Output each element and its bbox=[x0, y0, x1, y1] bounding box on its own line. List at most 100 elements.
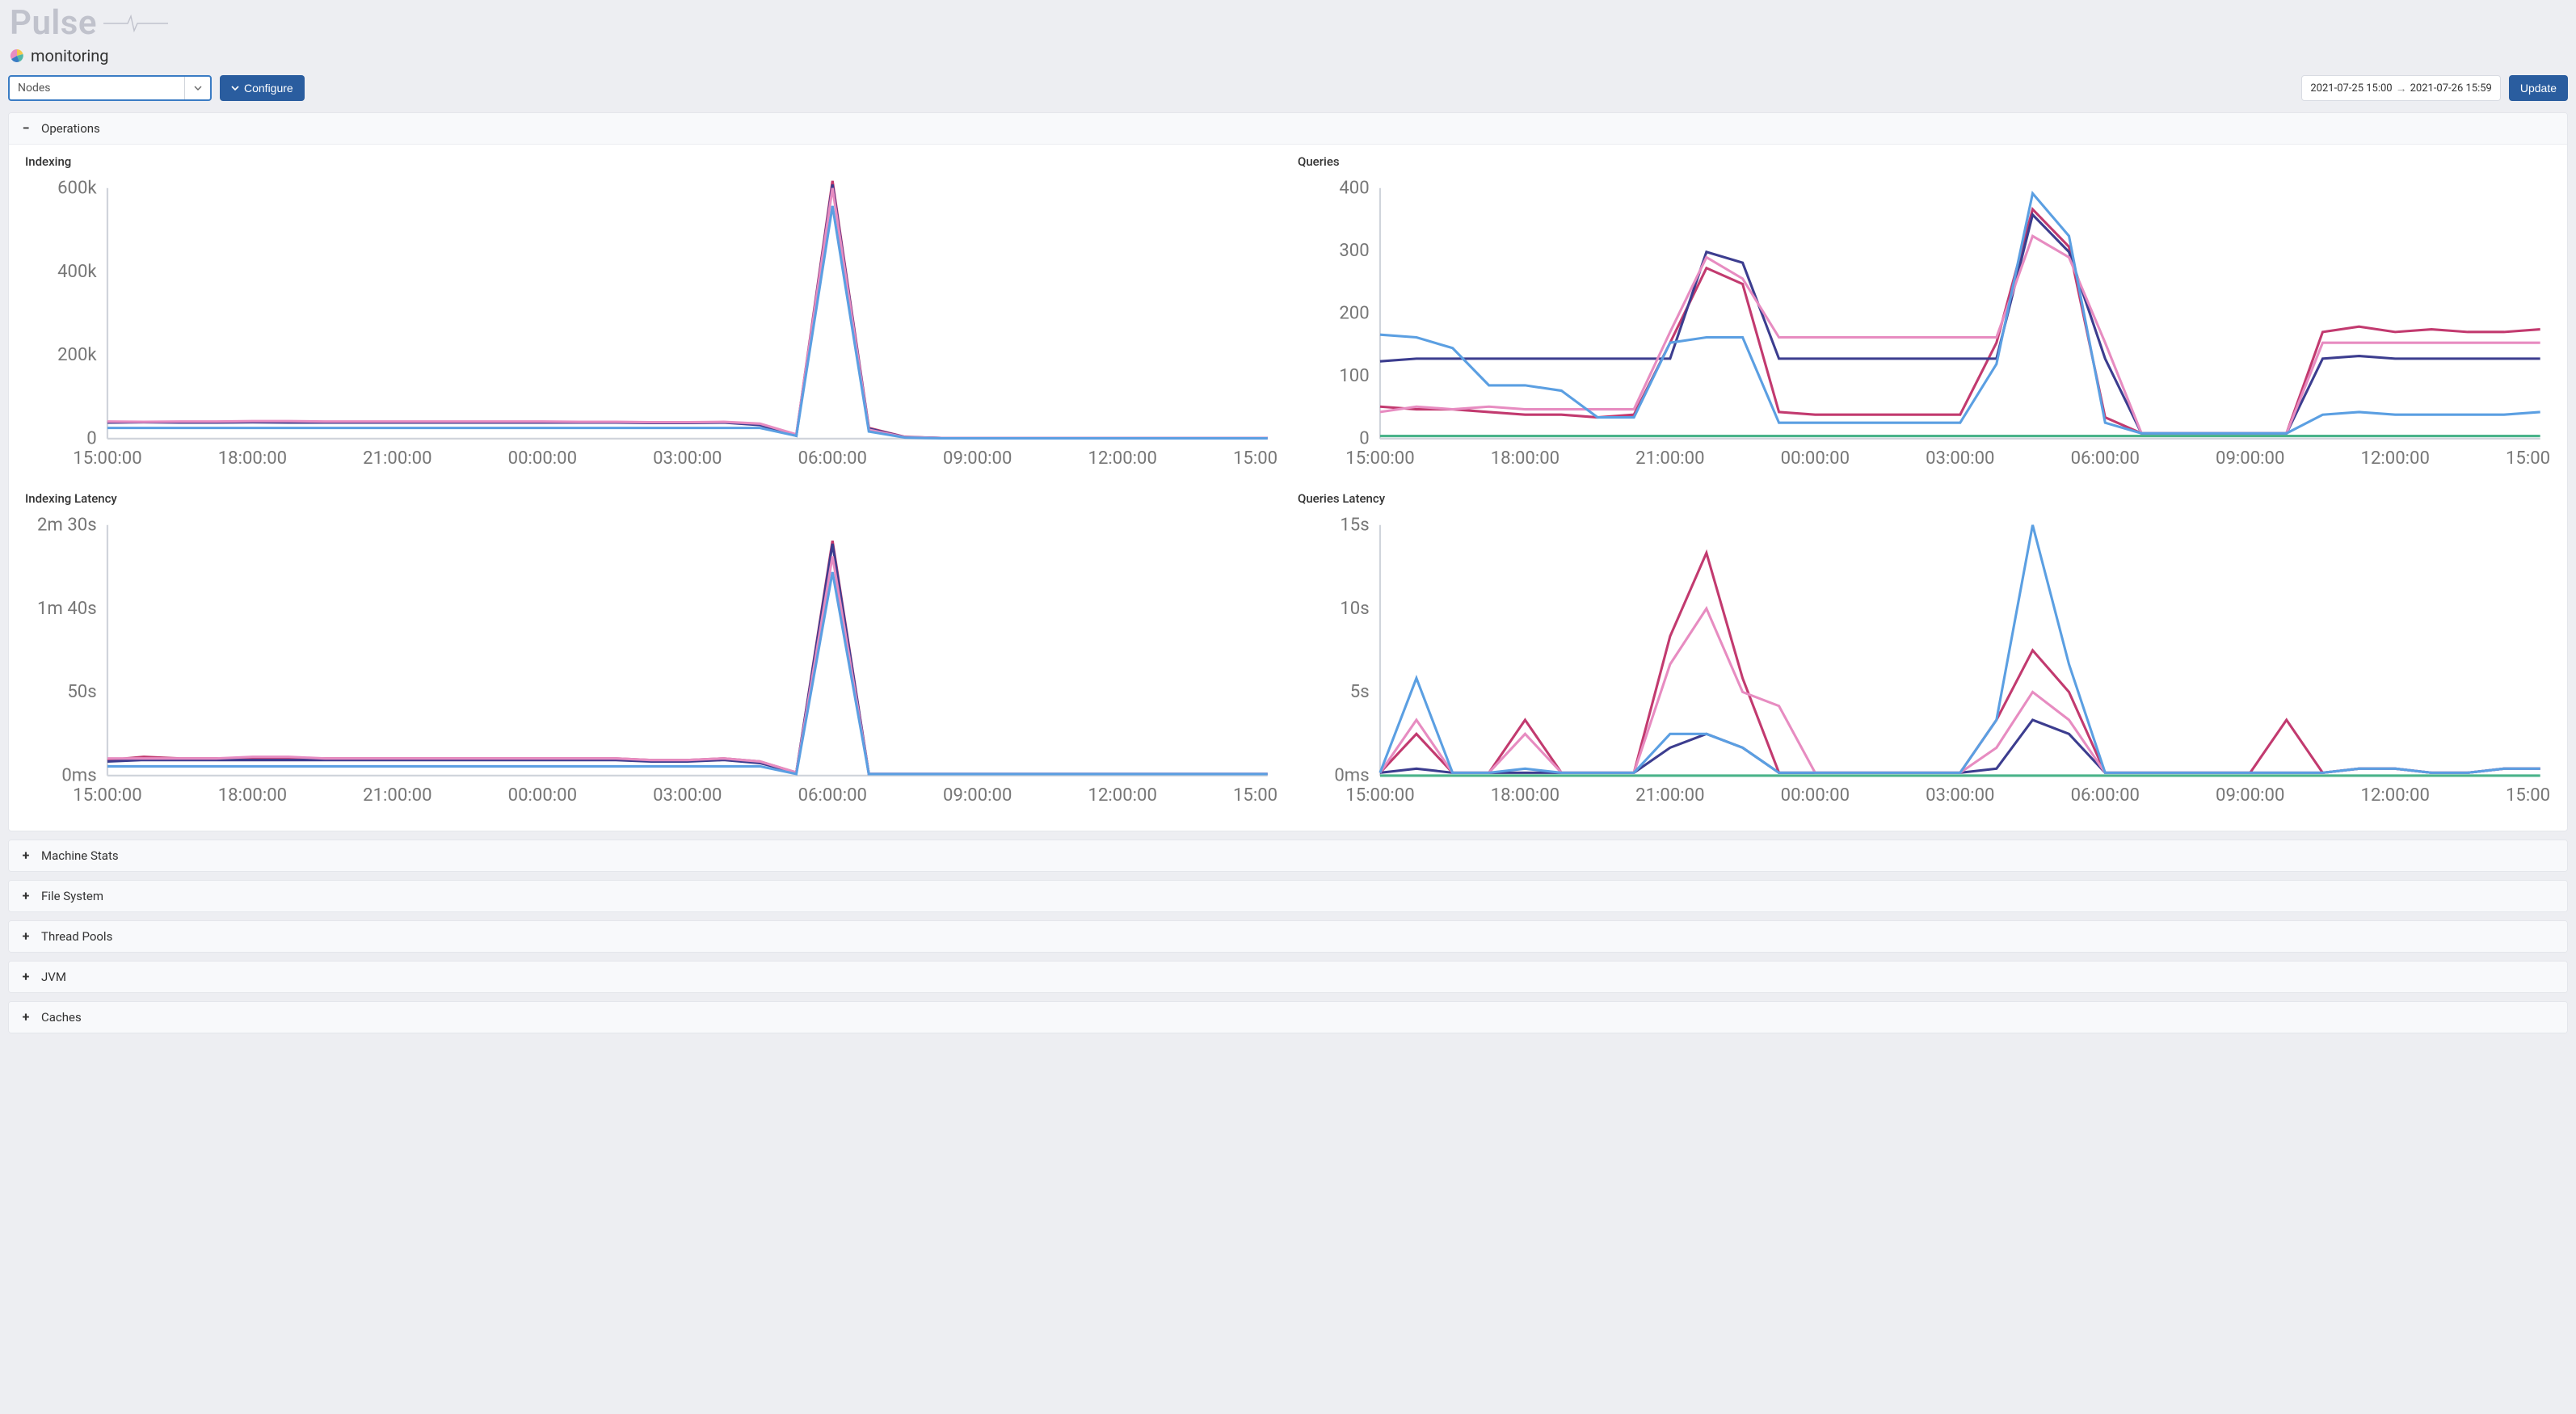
svg-text:21:00:00: 21:00:00 bbox=[1635, 785, 1704, 806]
svg-text:100: 100 bbox=[1339, 365, 1369, 386]
chart-indexing-svg: 0 200k 400k 600k 15:00:00 18:00:00 21:00:00 00:… bbox=[25, 174, 1278, 478]
update-button-label: Update bbox=[2520, 82, 2557, 95]
svg-text:600k: 600k bbox=[57, 177, 97, 198]
svg-text:06:00:00: 06:00:00 bbox=[2071, 785, 2140, 806]
toolbar: Nodes Configure 2021-07-25 15:00 → 2021-… bbox=[0, 70, 2576, 112]
svg-text:15:00:00: 15:00:00 bbox=[1233, 785, 1278, 806]
svg-text:15:00:00: 15:00:00 bbox=[2506, 448, 2551, 469]
chart-canvas[interactable]: 0 200k 400k 600k 15:00:00 18:00:00 21:00:00 00:… bbox=[25, 174, 1278, 478]
svg-text:03:00:00: 03:00:00 bbox=[653, 785, 722, 806]
svg-text:0ms: 0ms bbox=[61, 764, 96, 785]
timerange-to: 2021-07-26 15:59 bbox=[2410, 82, 2492, 95]
chart-queries_latency-svg: 0ms5s10s15s15:00:0018:00:0021:00:0000:00… bbox=[1298, 511, 2551, 815]
svg-text:300: 300 bbox=[1339, 240, 1369, 261]
svg-text:12:00:00: 12:00:00 bbox=[2361, 448, 2430, 469]
svg-text:09:00:00: 09:00:00 bbox=[943, 785, 1012, 806]
svg-text:400k: 400k bbox=[57, 261, 97, 282]
svg-text:15:00:00: 15:00:00 bbox=[2506, 785, 2551, 806]
svg-text:21:00:00: 21:00:00 bbox=[1635, 448, 1704, 469]
minus-icon: − bbox=[20, 122, 32, 135]
panel-header-file_system[interactable]: +File System bbox=[9, 881, 2567, 911]
panels-container: −Operations Indexing 0 200k 400k 600k 15:00:00… bbox=[0, 112, 2576, 1033]
chart-queries-svg: 010020030040015:00:0018:00:0021:00:0000:… bbox=[1298, 174, 2551, 478]
panel-header-operations[interactable]: −Operations bbox=[9, 113, 2567, 145]
chart-title: Queries Latency bbox=[1298, 491, 2551, 506]
cluster-name: monitoring bbox=[31, 46, 109, 65]
app-title: Pulse bbox=[10, 3, 97, 43]
panel-caches: +Caches bbox=[8, 1001, 2568, 1033]
chart-indexing: Indexing 0 200k 400k 600k 15:00:00 18:00:00 21:… bbox=[25, 154, 1278, 478]
timerange-display[interactable]: 2021-07-25 15:00 → 2021-07-26 15:59 bbox=[2301, 75, 2500, 101]
svg-text:03:00:00: 03:00:00 bbox=[1926, 448, 1994, 469]
svg-text:50s: 50s bbox=[67, 681, 96, 702]
svg-text:15:00:00: 15:00:00 bbox=[1233, 448, 1278, 469]
svg-text:5s: 5s bbox=[1350, 681, 1370, 702]
svg-text:06:00:00: 06:00:00 bbox=[798, 785, 867, 806]
svg-text:15:00:00: 15:00:00 bbox=[1345, 448, 1414, 469]
panel-title: Caches bbox=[41, 1010, 82, 1025]
chart-title: Indexing Latency bbox=[25, 491, 1278, 506]
svg-text:15:00:00: 15:00:00 bbox=[1345, 785, 1414, 806]
plus-icon: + bbox=[20, 930, 32, 943]
configure-button-label: Configure bbox=[244, 82, 293, 95]
chart-title: Indexing bbox=[25, 154, 1278, 169]
panel-header-caches[interactable]: +Caches bbox=[9, 1002, 2567, 1033]
svg-text:0: 0 bbox=[1359, 428, 1369, 449]
pulse-wave-icon bbox=[103, 11, 168, 36]
svg-text:00:00:00: 00:00:00 bbox=[1781, 785, 1850, 806]
svg-text:12:00:00: 12:00:00 bbox=[2361, 785, 2430, 806]
app-header: Pulse bbox=[0, 0, 2576, 46]
svg-text:1m 40s: 1m 40s bbox=[37, 597, 97, 618]
panel-title: Operations bbox=[41, 121, 100, 136]
chart-canvas[interactable]: 0ms50s1m 40s2m 30s15:00:0018:00:0021:00:… bbox=[25, 511, 1278, 815]
plus-icon: + bbox=[20, 890, 32, 903]
update-button[interactable]: Update bbox=[2509, 75, 2568, 101]
chart-indexing_latency: Indexing Latency 0ms 50s 1m 40s 2m 30s 15:00:… bbox=[25, 491, 1278, 815]
svg-text:2m 30s: 2m 30s bbox=[37, 514, 97, 535]
panel-header-thread_pools[interactable]: + Thread Pools bbox=[9, 921, 2567, 952]
panel-header-machine_stats[interactable]: +Machine Stats bbox=[9, 840, 2567, 871]
chart-indexing_latency-svg: 0ms50s1m 40s2m 30s15:00:0018:00:0021:00:… bbox=[25, 511, 1278, 815]
cluster-icon bbox=[10, 48, 24, 63]
svg-text:12:00:00: 12:00:00 bbox=[1088, 448, 1157, 469]
svg-text:21:00:00: 21:00:00 bbox=[363, 448, 431, 469]
chart-title: Queries bbox=[1298, 154, 2551, 169]
svg-text:09:00:00: 09:00:00 bbox=[2216, 448, 2284, 469]
panel-body-operations: Indexing 0 200k 400k 600k 15:00:00 18:00:00 21:… bbox=[9, 145, 2567, 831]
svg-text:15:00:00: 15:00:00 bbox=[73, 785, 141, 806]
nodes-select[interactable]: Nodes bbox=[8, 75, 212, 101]
svg-text:06:00:00: 06:00:00 bbox=[2071, 448, 2140, 469]
svg-text:21:00:00: 21:00:00 bbox=[363, 785, 431, 806]
arrow-right-icon: → bbox=[2396, 82, 2407, 95]
svg-text:00:00:00: 00:00:00 bbox=[1781, 448, 1850, 469]
chart-queries_latency: Queries Latency0ms5s10s15s15:00:0018:00:… bbox=[1298, 491, 2551, 815]
svg-text:18:00:00: 18:00:00 bbox=[1491, 448, 1559, 469]
panel-machine_stats: +Machine Stats bbox=[8, 840, 2568, 872]
svg-text:00:00:00: 00:00:00 bbox=[508, 448, 577, 469]
svg-text:09:00:00: 09:00:00 bbox=[943, 448, 1012, 469]
panel-file_system: +File System bbox=[8, 880, 2568, 912]
panel-jvm: +JVM bbox=[8, 961, 2568, 993]
panel-operations: −Operations Indexing 0 200k 400k 600k 15:00:00… bbox=[8, 112, 2568, 831]
panel-title: Thread Pools bbox=[41, 929, 112, 944]
chevron-down-icon bbox=[231, 86, 239, 90]
chevron-down-icon bbox=[194, 86, 202, 90]
svg-text:06:00:00: 06:00:00 bbox=[798, 448, 867, 469]
svg-text:00:00:00: 00:00:00 bbox=[508, 785, 577, 806]
panel-title: JVM bbox=[41, 970, 66, 984]
panel-header-jvm[interactable]: +JVM bbox=[9, 962, 2567, 992]
nodes-select-caret[interactable] bbox=[184, 77, 210, 99]
svg-text:03:00:00: 03:00:00 bbox=[653, 448, 722, 469]
chart-canvas[interactable]: 010020030040015:00:0018:00:0021:00:0000:… bbox=[1298, 174, 2551, 478]
nodes-select-placeholder: Nodes bbox=[10, 82, 51, 95]
svg-text:10s: 10s bbox=[1340, 597, 1369, 618]
svg-text:200k: 200k bbox=[57, 344, 97, 365]
svg-text:18:00:00: 18:00:00 bbox=[218, 448, 287, 469]
svg-text:0: 0 bbox=[86, 428, 96, 449]
chart-canvas[interactable]: 0ms5s10s15s15:00:0018:00:0021:00:0000:00… bbox=[1298, 511, 2551, 815]
configure-button[interactable]: Configure bbox=[220, 75, 305, 101]
svg-text:0ms: 0ms bbox=[1334, 764, 1369, 785]
svg-text:18:00:00: 18:00:00 bbox=[1491, 785, 1559, 806]
plus-icon: + bbox=[20, 849, 32, 862]
timerange-from: 2021-07-25 15:00 bbox=[2310, 82, 2392, 95]
